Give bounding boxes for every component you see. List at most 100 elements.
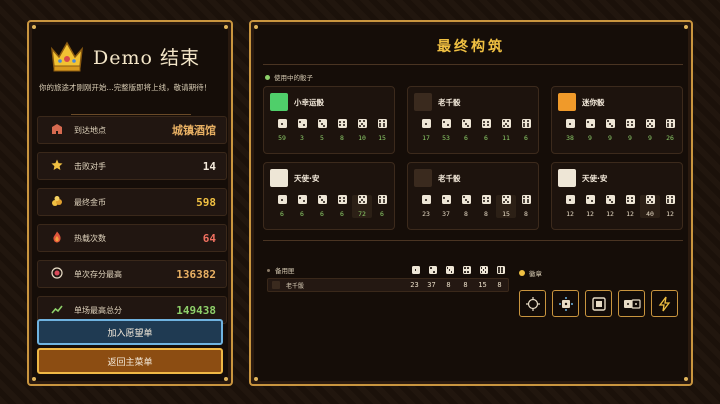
die-face-1-icon (565, 119, 575, 128)
return-main-menu-button[interactable]: 返回主菜单 (37, 348, 223, 374)
face-value: 9 (608, 134, 612, 142)
demo-title: Demo 结束 (93, 46, 200, 69)
dice-face: 6 (292, 195, 312, 218)
die-face-4-icon (337, 195, 347, 204)
face-value: 6 (280, 210, 284, 218)
face-value: 37 (442, 210, 450, 218)
dice-portrait-icon (272, 281, 280, 289)
face-value: 6 (380, 210, 384, 218)
dice-face: 8 (332, 119, 352, 142)
face-value: 15 (502, 210, 510, 218)
dice-face: 12 (620, 195, 640, 218)
stat-label: 最终金币 (74, 197, 106, 207)
stat-value: 城镇酒馆 (172, 124, 216, 137)
demo-header: Demo 结束 (49, 38, 219, 74)
dice-face: 9 (600, 119, 620, 142)
dice-card[interactable]: 天使·安 6 6 6 6 72 6 (263, 162, 395, 230)
dice-face: 26 (660, 119, 680, 142)
stat-row: 单次存分最高 136382 (37, 260, 227, 288)
dice-card[interactable]: 老千骰 23 37 8 8 15 8 (407, 162, 539, 230)
face-value: 9 (588, 134, 592, 142)
die-face-4-icon (481, 195, 491, 204)
dice-face: 6 (456, 119, 476, 142)
face-value: 9 (648, 134, 652, 142)
die-face-5-icon (501, 195, 511, 204)
stat-value: 598 (196, 195, 216, 209)
dice-face: 3 (292, 119, 312, 142)
dice-face: 6 (332, 195, 352, 218)
die-face-5-icon (479, 266, 488, 274)
dice-name: 迷你骰 (582, 97, 605, 107)
bench-face-value: 8 (497, 281, 502, 289)
dice-face: 59 (272, 119, 292, 142)
dice-portrait-icon (558, 93, 576, 111)
status-dot-icon (265, 74, 270, 80)
face-value: 8 (484, 210, 488, 218)
dice-card[interactable]: 迷你骰 38 9 9 9 9 26 (551, 86, 683, 154)
stat-label: 到达地点 (74, 125, 106, 135)
stat-label: 热载次数 (74, 233, 106, 243)
die-face-4-icon (625, 195, 635, 204)
face-value: 53 (442, 134, 450, 142)
star-icon (46, 159, 68, 174)
divider (263, 64, 683, 65)
charm-slot[interactable] (618, 290, 645, 317)
dice-name: 天使·安 (294, 173, 320, 183)
bench-item[interactable]: 老千骰 23 37 8 8 15 8 (267, 278, 509, 292)
face-value: 8 (524, 210, 528, 218)
stat-row: 到达地点 城镇酒馆 (37, 116, 227, 144)
dice-face: 72 (352, 195, 372, 218)
dice-face: 12 (660, 195, 680, 218)
bench-face-value: 8 (463, 281, 468, 289)
dice-face: 9 (620, 119, 640, 142)
double-die-icon (623, 296, 641, 312)
face-value: 40 (646, 210, 654, 218)
flame-icon (46, 231, 68, 246)
die-face-5-icon (357, 195, 367, 204)
dice-card[interactable]: 天使·安 12 12 12 12 40 12 (551, 162, 683, 230)
die-face-4-icon (337, 119, 347, 128)
dice-face: 37 (436, 195, 456, 218)
bench-face-value: 8 (446, 281, 451, 289)
dice-portrait-icon (270, 93, 288, 111)
charm-slot[interactable] (552, 290, 579, 317)
stat-label: 击败对手 (74, 161, 106, 171)
stat-label: 单次存分最高 (74, 269, 122, 279)
charm-slot[interactable] (519, 290, 546, 317)
face-value: 15 (378, 134, 386, 142)
bench-face-value: 37 (427, 281, 436, 289)
dice-face: 8 (516, 195, 536, 218)
die-face-2-icon (297, 119, 307, 128)
dice-name: 天使·安 (582, 173, 608, 183)
stat-value: 64 (202, 231, 216, 245)
die-face-2-icon (441, 119, 451, 128)
die-face-1-icon (277, 119, 287, 128)
die-face-2-icon (585, 119, 595, 128)
dice-card[interactable]: 老千骰 17 53 6 6 11 6 (407, 86, 539, 154)
dice-card[interactable]: 小幸运骰 59 3 5 8 10 15 (263, 86, 395, 154)
charm-slot[interactable] (651, 290, 678, 317)
face-value: 12 (606, 210, 614, 218)
in-use-dice-label: 使用中的骰子 (265, 72, 313, 82)
bench-face-value: 15 (478, 281, 487, 289)
dice-face: 8 (456, 195, 476, 218)
bench-face-header (407, 266, 509, 274)
dice-face: 8 (476, 195, 496, 218)
charm-slot[interactable] (585, 290, 612, 317)
dice-face: 6 (476, 119, 496, 142)
face-value: 8 (464, 210, 468, 218)
die-face-4-icon (462, 266, 471, 274)
die-face-3-icon (461, 119, 471, 128)
bench-dice-name: 老千骰 (286, 282, 305, 290)
die-face-1-icon (277, 195, 287, 204)
dice-face: 12 (560, 195, 580, 218)
die-face-3-icon (461, 195, 471, 204)
die-face-6-icon (496, 266, 505, 274)
dice-face: 12 (580, 195, 600, 218)
dice-face: 6 (372, 195, 392, 218)
dice-face: 15 (496, 195, 516, 218)
dice-face: 15 (372, 119, 392, 142)
add-to-wishlist-button[interactable]: 加入愿望单 (37, 319, 223, 345)
die-face-6-icon (521, 119, 531, 128)
face-value: 17 (422, 134, 430, 142)
